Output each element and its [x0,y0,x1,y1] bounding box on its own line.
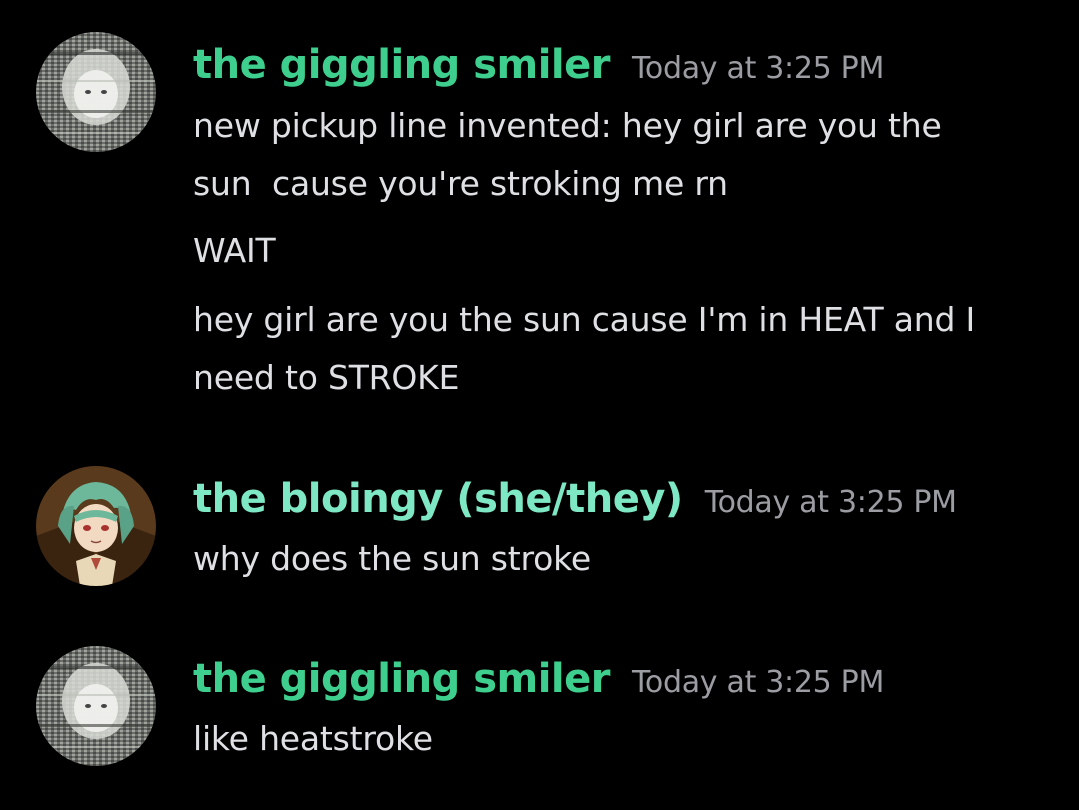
username[interactable]: the giggling smiler [193,42,610,88]
avatar[interactable] [36,32,156,152]
message-header: the bloingy (she/they) Today at 3:25 PM [193,476,957,522]
username[interactable]: the bloingy (she/they) [193,476,683,522]
message-header: the giggling smiler Today at 3:25 PM [193,656,884,702]
avatar[interactable] [36,466,156,586]
timestamp[interactable]: Today at 3:25 PM [705,485,957,520]
message-text: need to STROKE [193,358,460,397]
message-text: hey girl are you the sun cause I'm in HE… [193,300,976,339]
timestamp[interactable]: Today at 3:25 PM [632,51,884,86]
avatar[interactable] [36,646,156,766]
message-text: WAIT [193,231,276,270]
message-text: why does the sun stroke [193,539,592,578]
message-text: new pickup line invented: hey girl are y… [193,106,942,145]
message-text: sun cause you're stroking me rn [193,164,728,203]
username[interactable]: the giggling smiler [193,656,610,702]
timestamp[interactable]: Today at 3:25 PM [632,665,884,700]
message-header: the giggling smiler Today at 3:25 PM [193,42,884,88]
message-text: like heatstroke [193,719,433,758]
